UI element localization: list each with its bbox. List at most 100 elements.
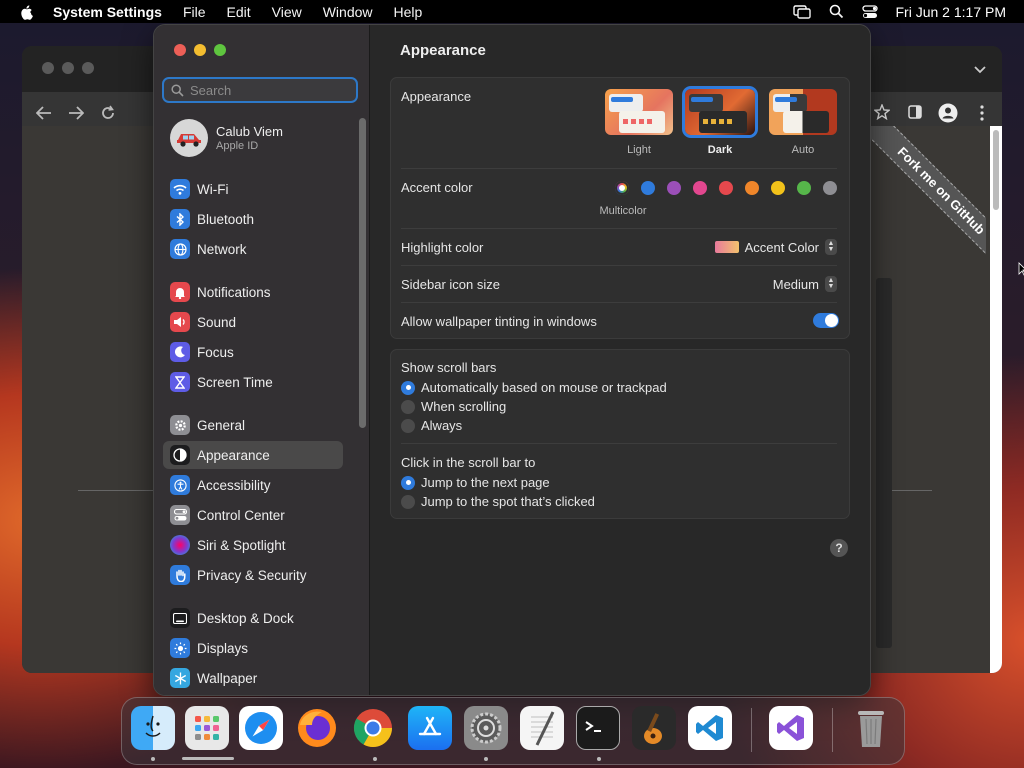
sidebar-item-accessibility[interactable]: Accessibility — [163, 471, 343, 499]
sidebar-item-label: Sound — [197, 314, 237, 330]
sidebar-item-siri-spotlight[interactable]: Siri & Spotlight — [163, 531, 343, 559]
radio-circle — [401, 380, 415, 395]
sidebar-scrollbar[interactable] — [359, 118, 366, 428]
spotlight-search-icon[interactable] — [829, 4, 844, 19]
chevron-down-icon[interactable] — [974, 66, 986, 74]
scroll-bars-automatic-radio[interactable]: Automatically based on mouse or trackpad — [401, 380, 667, 395]
sidebar-item-wifi[interactable]: Wi-Fi — [163, 175, 343, 203]
terminal-icon[interactable] — [576, 706, 620, 750]
firefox-icon[interactable] — [295, 706, 339, 750]
apple-id-account[interactable]: Calub Viem Apple ID — [170, 119, 283, 157]
sidebar-item-desktop-dock[interactable]: Desktop & Dock — [163, 604, 343, 632]
content-divider-right — [892, 490, 932, 491]
content-divider-left — [78, 490, 158, 491]
trash-icon[interactable] — [849, 706, 893, 750]
accent-selected-caption: Multicolor — [599, 205, 647, 217]
siri-icon — [170, 535, 190, 555]
appearance-settings-group: Appearance Light Dark Auto Accent color … — [390, 77, 850, 339]
sidebar-item-focus[interactable]: Focus — [163, 338, 343, 366]
profile-icon[interactable] — [938, 103, 958, 123]
zoom-button[interactable] — [214, 44, 226, 56]
accent-pink-swatch[interactable] — [693, 181, 707, 195]
menu-file[interactable]: File — [183, 4, 206, 20]
sidebar-item-screen-time[interactable]: Screen Time — [163, 368, 343, 396]
apple-logo-icon[interactable] — [19, 4, 35, 20]
launchpad-icon[interactable] — [185, 706, 229, 750]
side-panel-icon[interactable] — [908, 105, 922, 119]
highlight-color-popup[interactable]: Accent Color ▲ ▼ — [714, 239, 837, 255]
jump-to-spot-radio[interactable]: Jump to the spot that’s clicked — [401, 494, 595, 509]
sidebar-item-label: Network — [197, 241, 247, 257]
accent-blue-swatch[interactable] — [641, 181, 655, 195]
finder-icon[interactable] — [131, 706, 175, 750]
appearance-light-thumb[interactable] — [605, 89, 673, 135]
accent-orange-swatch[interactable] — [745, 181, 759, 195]
menu-help[interactable]: Help — [394, 4, 423, 20]
star-icon[interactable] — [874, 104, 890, 120]
visual-studio-icon[interactable] — [769, 706, 813, 750]
menu-app-name[interactable]: System Settings — [53, 4, 162, 20]
textedit-icon[interactable] — [520, 706, 564, 750]
sidebar-item-wallpaper[interactable]: Wallpaper — [163, 664, 343, 692]
menu-clock[interactable]: Fri Jun 2 1:17 PM — [896, 4, 1007, 20]
scroll-bars-when-scrolling-radio[interactable]: When scrolling — [401, 399, 506, 414]
accent-green-swatch[interactable] — [797, 181, 811, 195]
app-store-icon[interactable] — [408, 706, 452, 750]
radio-circle — [401, 418, 415, 433]
close-button[interactable] — [174, 44, 186, 56]
vscode-icon[interactable] — [688, 706, 732, 750]
kebab-menu-icon[interactable] — [980, 105, 984, 121]
sidebar-item-appearance[interactable]: Appearance — [163, 441, 343, 469]
sidebar-item-network[interactable]: Network — [163, 235, 343, 263]
sidebar-item-control-center[interactable]: Control Center — [163, 501, 343, 529]
sidebar-item-general[interactable]: General — [163, 411, 343, 439]
wallpaper-tinting-toggle[interactable] — [813, 313, 839, 328]
menu-view[interactable]: View — [272, 4, 302, 20]
accent-purple-swatch[interactable] — [667, 181, 681, 195]
appearance-dark-thumb[interactable] — [685, 89, 755, 135]
globe-icon — [170, 239, 190, 259]
browser-zoom-dot[interactable] — [82, 62, 94, 74]
control-center-icon[interactable] — [861, 4, 878, 19]
highlight-value: Accent Color — [744, 239, 819, 255]
reload-icon[interactable] — [100, 105, 116, 121]
system-settings-dock-icon[interactable] — [464, 706, 508, 750]
menu-window[interactable]: Window — [323, 4, 373, 20]
sidebar-item-label: Privacy & Security — [197, 567, 307, 583]
sidebar-item-bluetooth[interactable]: Bluetooth — [163, 205, 343, 233]
wallpaper-tinting-label: Allow wallpaper tinting in windows — [401, 314, 597, 329]
mouse-cursor-icon — [1018, 262, 1024, 276]
browser-scroll-thumb[interactable] — [993, 130, 999, 210]
sidebar-item-displays[interactable]: Displays — [163, 634, 343, 662]
browser-close-dot[interactable] — [42, 62, 54, 74]
accent-red-swatch[interactable] — [719, 181, 733, 195]
appearance-auto-caption: Auto — [791, 144, 815, 156]
accent-graphite-swatch[interactable] — [823, 181, 837, 195]
menu-edit[interactable]: Edit — [227, 4, 251, 20]
back-arrow-icon[interactable] — [36, 106, 52, 120]
help-button[interactable]: ? — [830, 539, 848, 557]
divider — [401, 228, 837, 229]
safari-icon[interactable] — [239, 706, 283, 750]
sidebar-item-label: Control Center — [197, 507, 285, 523]
forward-arrow-icon[interactable] — [68, 106, 84, 120]
sidebar-item-label: Accessibility — [197, 477, 271, 493]
appearance-pane: Appearance Appearance Light Dark Auto Ac… — [370, 25, 870, 695]
search-field[interactable]: Search — [162, 77, 358, 103]
browser-minimize-dot[interactable] — [62, 62, 74, 74]
appearance-auto-thumb[interactable] — [769, 89, 837, 135]
auto-thumb-panel — [783, 111, 829, 133]
jump-next-page-radio[interactable]: Jump to the next page — [401, 475, 550, 490]
sidebar-item-privacy-security[interactable]: Privacy & Security — [163, 561, 343, 589]
garageband-icon[interactable] — [632, 706, 676, 750]
chrome-icon[interactable] — [351, 706, 395, 750]
scroll-bars-always-radio[interactable]: Always — [401, 418, 462, 433]
gear-icon — [170, 415, 190, 435]
github-ribbon-text[interactable]: Fork me on GitHub — [857, 126, 986, 275]
sidebar-item-sound[interactable]: Sound — [163, 308, 343, 336]
accent-yellow-swatch[interactable] — [771, 181, 785, 195]
minimize-button[interactable] — [194, 44, 206, 56]
sidebar-item-notifications[interactable]: Notifications — [163, 278, 343, 306]
sidebar-icon-size-popup[interactable]: Medium ▲ ▼ — [773, 276, 837, 292]
screen-mirroring-icon[interactable] — [792, 4, 811, 19]
